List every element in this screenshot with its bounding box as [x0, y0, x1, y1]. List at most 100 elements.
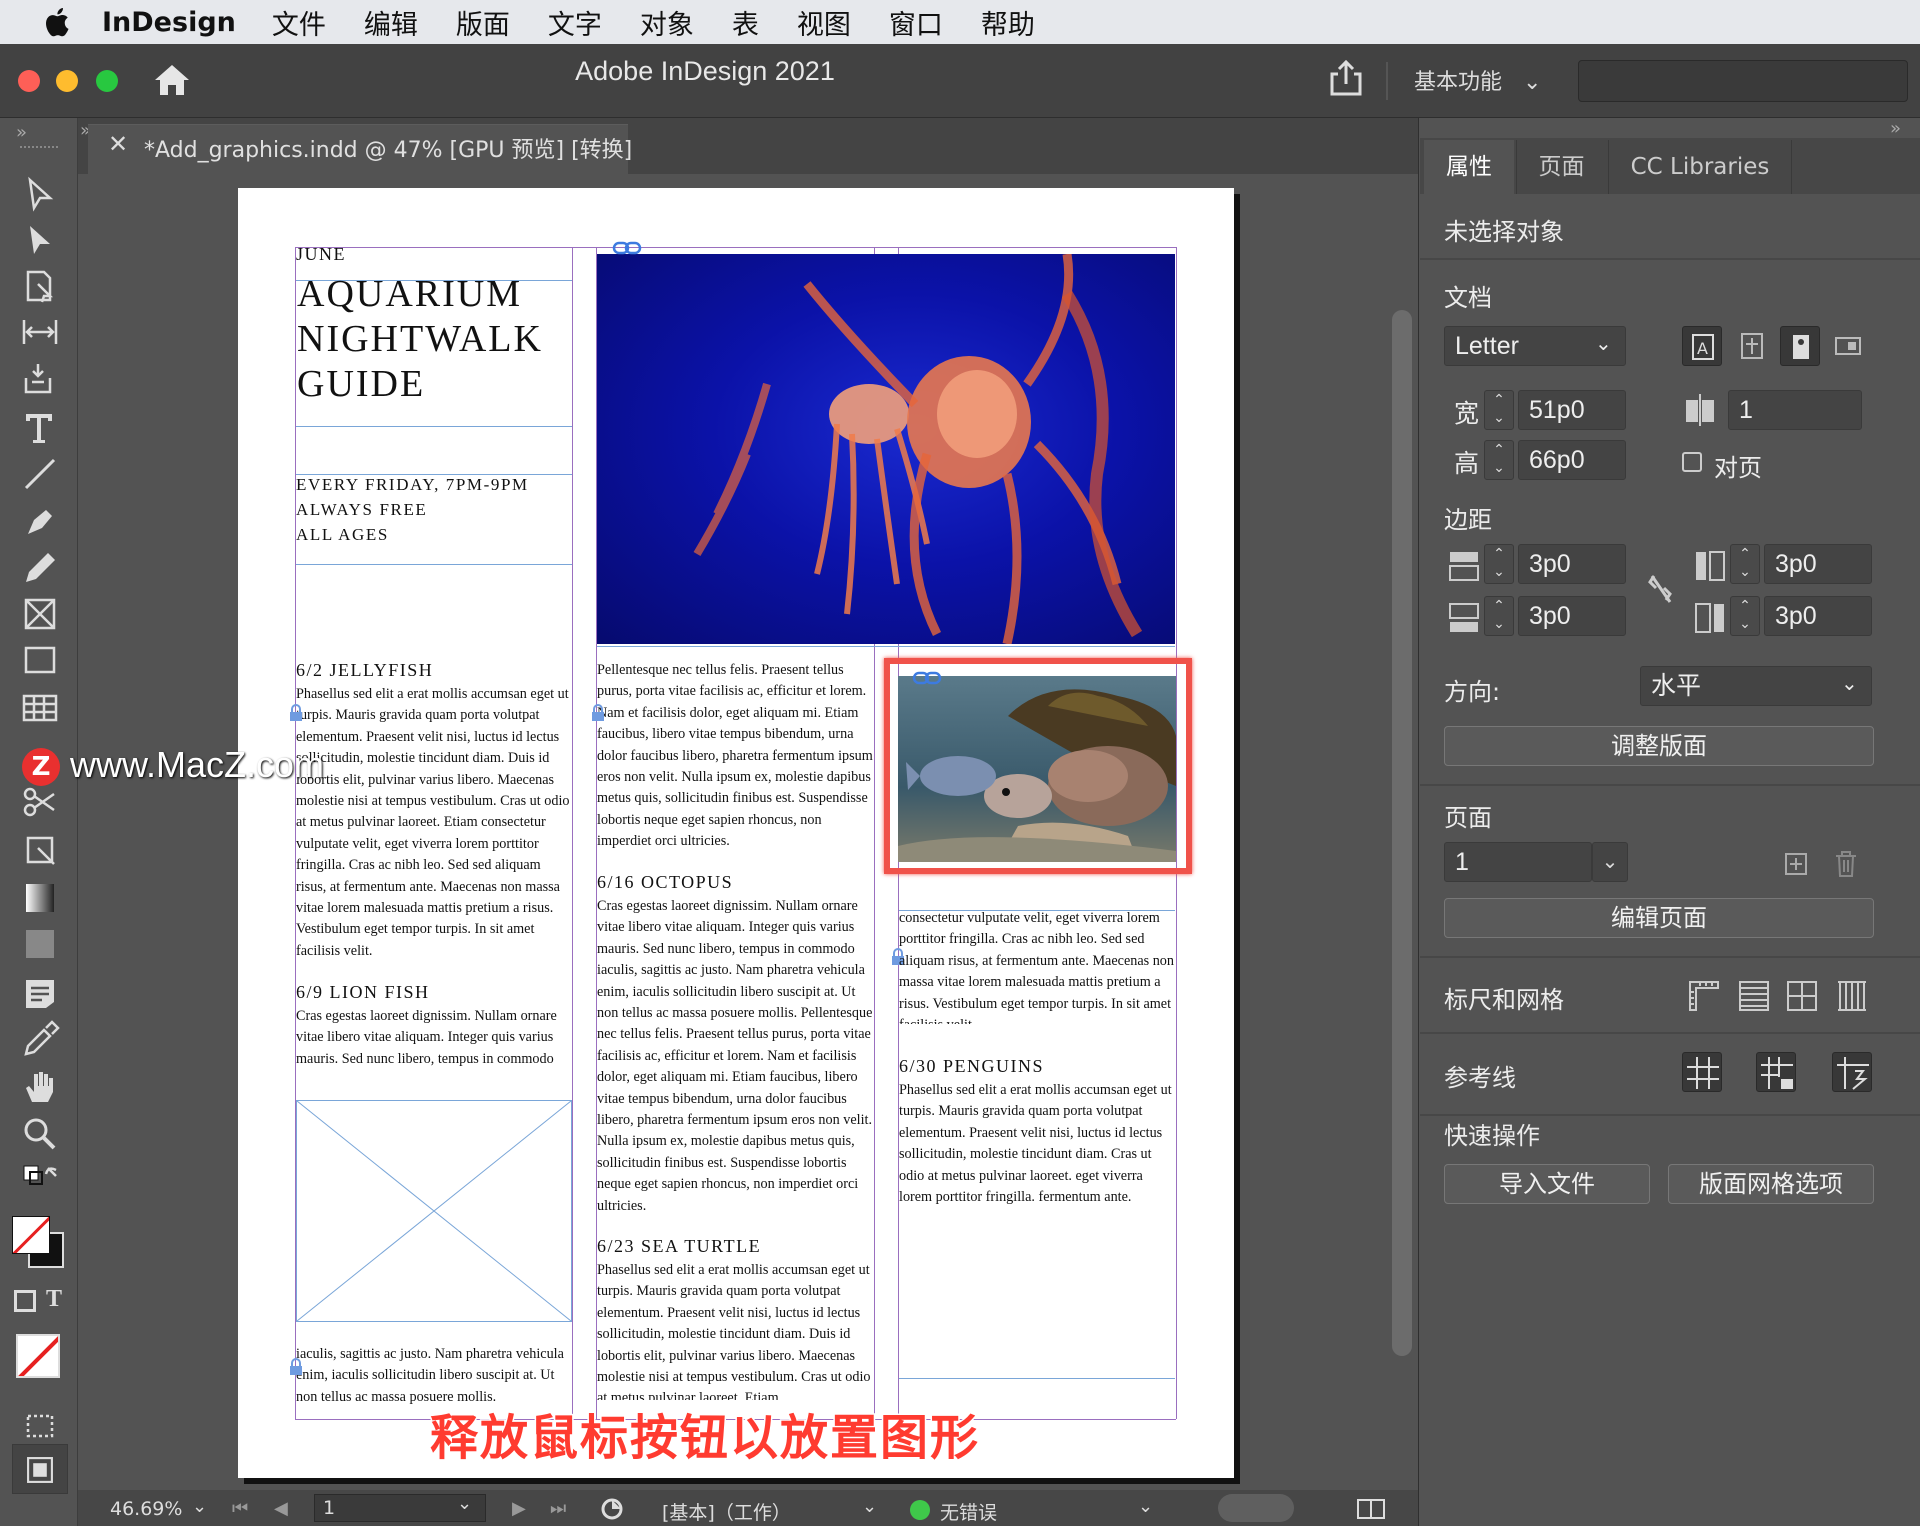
chevron-down-icon[interactable]: ⌄	[862, 1496, 877, 1517]
margin-top-field[interactable]: 3p0	[1518, 544, 1626, 584]
preflight-icon[interactable]	[600, 1496, 630, 1522]
pencil-tool-icon[interactable]	[20, 548, 60, 588]
margin-inside-field[interactable]: 3p0	[1764, 544, 1872, 584]
fill-stroke-swatch[interactable]	[10, 1214, 66, 1270]
height-stepper[interactable]: ⌃ ⌄	[1484, 440, 1514, 480]
gradient-swatch-tool-icon[interactable]	[20, 878, 60, 918]
document-grid-icon[interactable]	[1782, 976, 1822, 1016]
width-stepper[interactable]: ⌃ ⌄	[1484, 390, 1514, 430]
default-fill-stroke-icon[interactable]	[20, 1162, 60, 1202]
menu-window[interactable]: 窗口	[889, 3, 943, 42]
expand-panel-icon[interactable]: »	[16, 122, 27, 143]
first-page-icon[interactable]: ⏮	[232, 1498, 248, 1519]
workspace-switcher[interactable]: 基本功能 ⌄	[1414, 64, 1541, 96]
next-page-icon[interactable]: ▶	[512, 1498, 526, 1519]
chevron-down-icon[interactable]: ⌄	[1138, 1496, 1153, 1517]
layout-grid-icon[interactable]	[1832, 976, 1872, 1016]
margin-bottom-field[interactable]: 3p0	[1518, 596, 1626, 636]
intent-print-icon[interactable]: A	[1682, 326, 1722, 366]
hand-tool-icon[interactable]	[20, 1068, 60, 1108]
lock-guides-icon[interactable]	[1756, 1052, 1796, 1092]
gradient-feather-tool-icon[interactable]	[20, 924, 60, 964]
note-tool-icon[interactable]	[20, 974, 60, 1014]
chevron-down-icon[interactable]: ⌄	[192, 1496, 207, 1517]
height-field[interactable]: 66p0	[1518, 440, 1626, 480]
menu-type[interactable]: 文字	[548, 3, 602, 42]
menu-file[interactable]: 文件	[272, 3, 326, 42]
rectangle-frame-tool-icon[interactable]	[20, 594, 60, 634]
share-icon[interactable]	[1328, 58, 1364, 98]
vertical-scrollbar[interactable]	[1392, 310, 1412, 1356]
menu-layout[interactable]: 版面	[456, 3, 510, 42]
app-menu[interactable]: InDesign	[102, 7, 236, 38]
jellyfish-image[interactable]	[597, 254, 1175, 644]
document-preset-select[interactable]: Letter ⌄	[1444, 326, 1626, 366]
rectangle-tool-icon[interactable]	[20, 640, 60, 680]
margin-outside-stepper[interactable]: ⌃ ⌄	[1730, 596, 1760, 636]
tab-pages[interactable]: 页面	[1516, 140, 1606, 194]
previous-page-icon[interactable]: ◀	[274, 1498, 288, 1519]
margin-outside-field[interactable]: 3p0	[1764, 596, 1872, 636]
landscape-orientation-icon[interactable]	[1828, 326, 1868, 366]
import-file-button[interactable]: 导入文件	[1444, 1164, 1650, 1204]
page-count-field[interactable]: 1	[1728, 390, 1862, 430]
preflight-profile[interactable]: [基本]（工作）	[662, 1498, 791, 1525]
grip-icon[interactable]	[20, 146, 58, 152]
apply-none-icon[interactable]	[16, 1334, 60, 1378]
page-tool-icon[interactable]	[20, 266, 60, 306]
zoom-level[interactable]: 46.69%	[110, 1498, 182, 1520]
menu-object[interactable]: 对象	[640, 3, 694, 42]
formatting-container-icon[interactable]	[14, 1290, 36, 1312]
unlink-margins-icon[interactable]	[1644, 570, 1676, 606]
menu-table[interactable]: 表	[732, 3, 759, 42]
pen-tool-icon[interactable]	[20, 502, 60, 542]
free-transform-tool-icon[interactable]	[20, 830, 60, 870]
scissors-tool-icon[interactable]	[20, 782, 60, 822]
search-input[interactable]	[1578, 60, 1908, 102]
link-icon[interactable]	[912, 670, 942, 686]
edit-page-button[interactable]: 编辑页面	[1444, 898, 1874, 938]
line-tool-icon[interactable]	[20, 454, 60, 494]
margin-inside-stepper[interactable]: ⌃ ⌄	[1730, 544, 1760, 584]
menu-view[interactable]: 视图	[797, 3, 851, 42]
eyedropper-tool-icon[interactable]	[20, 1020, 60, 1060]
tab-cc-libraries[interactable]: CC Libraries	[1608, 140, 1792, 194]
lock-icon[interactable]	[288, 704, 304, 722]
facing-pages-checkbox[interactable]	[1682, 452, 1702, 472]
sea-turtle-image[interactable]	[898, 676, 1176, 862]
orientation-select[interactable]: 水平 ⌄	[1640, 666, 1872, 706]
view-mode-button[interactable]	[12, 1444, 68, 1494]
intent-web-icon[interactable]	[1732, 326, 1772, 366]
delete-page-icon[interactable]	[1826, 844, 1866, 884]
zoom-tool-icon[interactable]	[20, 1114, 60, 1154]
chevron-down-icon[interactable]: ⌄	[1592, 842, 1628, 882]
show-guides-icon[interactable]	[1682, 1052, 1722, 1092]
gap-tool-icon[interactable]	[20, 312, 60, 352]
lock-icon[interactable]	[590, 704, 606, 722]
split-view-icon[interactable]	[1356, 1496, 1386, 1522]
collapse-panel-icon[interactable]: »	[1890, 118, 1901, 139]
menu-edit[interactable]: 编辑	[364, 3, 418, 42]
portrait-orientation-icon[interactable]	[1780, 326, 1820, 366]
direct-selection-tool-icon[interactable]	[20, 220, 60, 260]
page-number-field[interactable]: 1 ⌄	[314, 1493, 486, 1522]
adjust-layout-button[interactable]: 调整版面	[1444, 726, 1874, 766]
layout-grid-options-button[interactable]: 版面网格选项	[1668, 1164, 1874, 1204]
baseline-grid-icon[interactable]	[1734, 976, 1774, 1016]
empty-graphic-frame[interactable]	[296, 1100, 572, 1322]
rulers-icon[interactable]	[1684, 976, 1724, 1016]
table-tool-icon[interactable]	[20, 688, 60, 728]
margin-bottom-stepper[interactable]: ⌃ ⌄	[1484, 596, 1514, 636]
last-page-icon[interactable]: ⏭	[550, 1498, 566, 1519]
screen-mode-icon[interactable]	[20, 1406, 60, 1446]
content-collector-tool-icon[interactable]	[20, 358, 60, 398]
lock-icon[interactable]	[288, 1358, 304, 1376]
smart-guides-icon[interactable]	[1832, 1052, 1872, 1092]
formatting-text-icon[interactable]: T	[46, 1286, 62, 1313]
menu-help[interactable]: 帮助	[981, 3, 1035, 42]
margin-top-stepper[interactable]: ⌃ ⌄	[1484, 544, 1514, 584]
apple-icon[interactable]	[40, 4, 76, 40]
close-tab-icon[interactable]: ✕	[108, 130, 128, 158]
page-select[interactable]: 1	[1444, 842, 1592, 882]
tab-properties[interactable]: 属性	[1424, 140, 1514, 194]
